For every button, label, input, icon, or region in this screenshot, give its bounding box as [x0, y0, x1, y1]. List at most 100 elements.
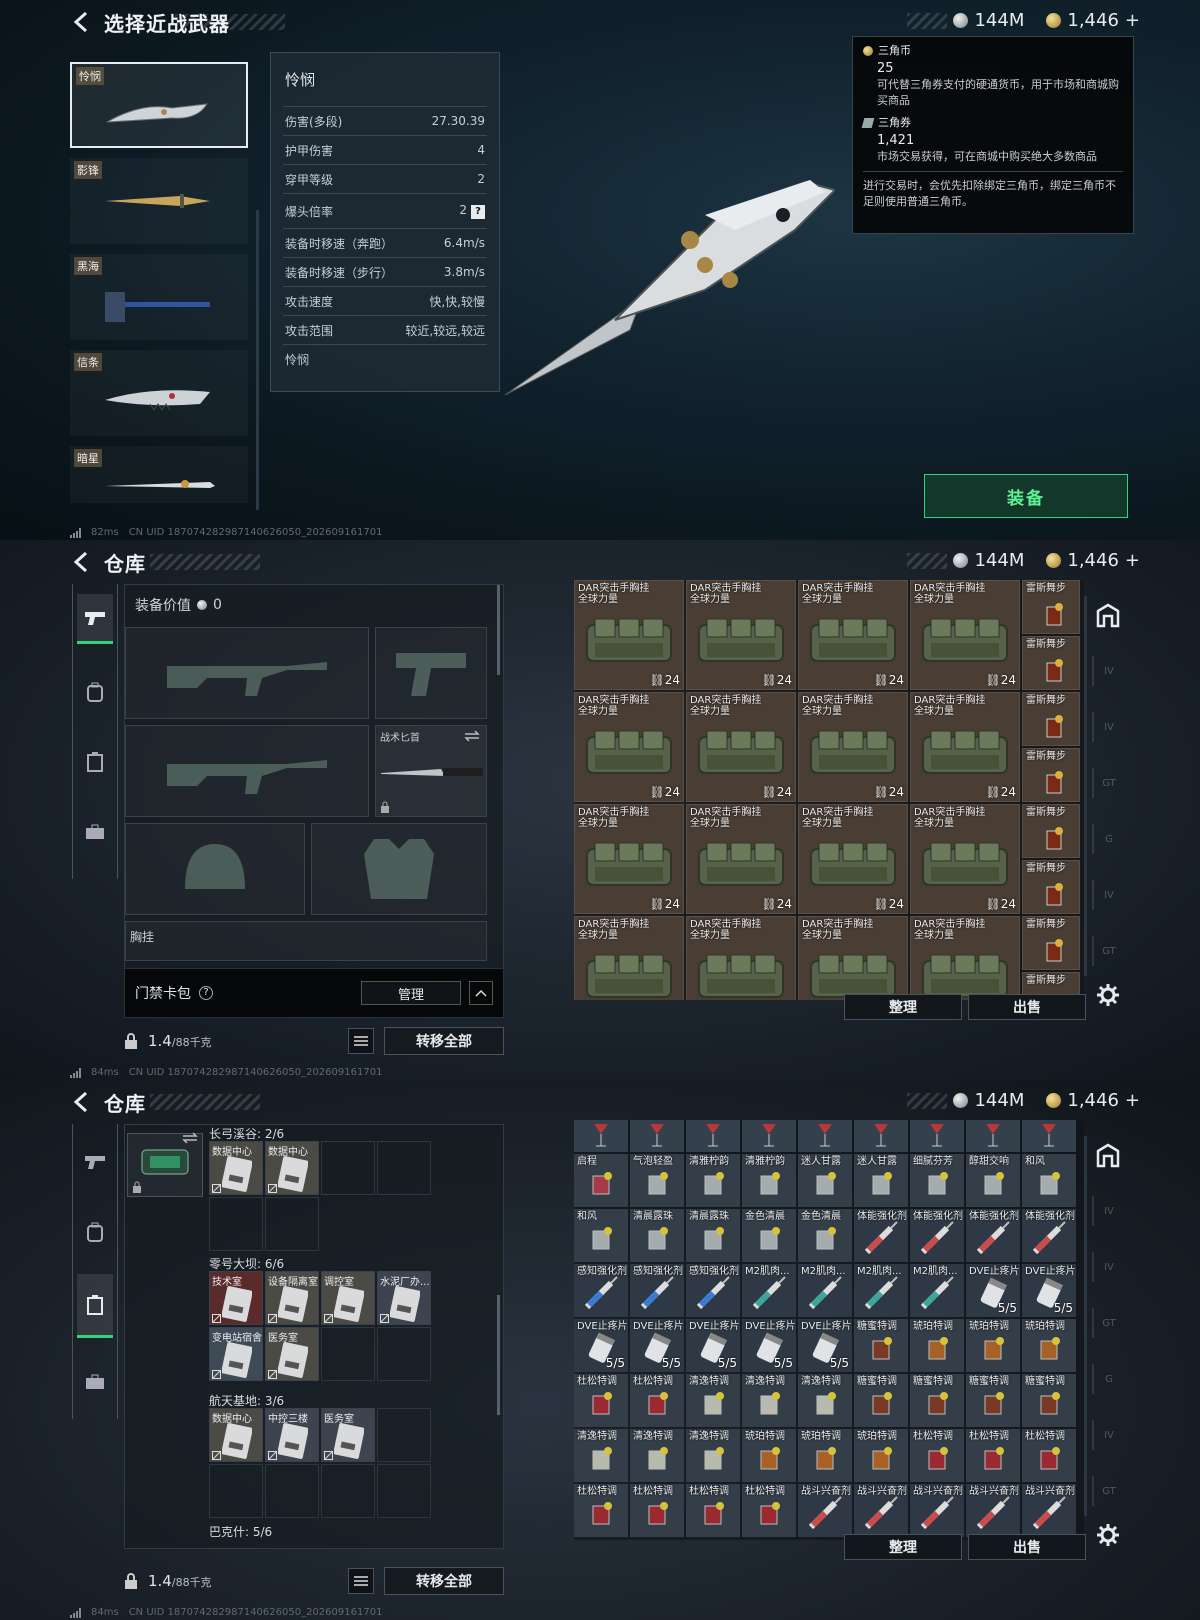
tab-stash-page-1[interactable]: IV — [1092, 656, 1124, 686]
consumable-item[interactable]: 糖蜜特调 — [854, 1319, 908, 1372]
tab-safebox[interactable] — [77, 1364, 113, 1400]
help-icon[interactable]: ? — [471, 205, 485, 219]
stash-scrollbar[interactable] — [1084, 1136, 1087, 1516]
consumable-item[interactable]: 体能强化剂 — [910, 1209, 964, 1262]
keycard-item[interactable]: 水泥厂办... — [377, 1271, 431, 1325]
consumable-item[interactable]: 琥珀特调 — [1022, 1319, 1076, 1372]
cocktail-item[interactable] — [686, 1120, 740, 1152]
weapon-card-shadow[interactable]: 影锋 — [70, 158, 248, 244]
consumable-item[interactable]: 杜松特调 — [630, 1374, 684, 1427]
chest-rig-item[interactable]: DAR突击手胸挂全球力量⛓24 — [686, 916, 796, 1000]
gear-icon[interactable] — [1097, 1524, 1119, 1546]
consumable-item[interactable]: 金色清晨 — [742, 1209, 796, 1262]
consumable-item[interactable]: DVE止疼片 5/5 — [1022, 1264, 1076, 1317]
list-view-button[interactable] — [348, 1568, 374, 1594]
weapon-card-dark-star[interactable]: 暗星 — [70, 446, 248, 503]
tab-stash-page-2[interactable]: IV — [1092, 1252, 1124, 1282]
tab-stash-page-5[interactable]: IV — [1092, 1420, 1124, 1450]
consumable-item[interactable]: 琥珀特调 — [742, 1429, 796, 1482]
consumable-item[interactable]: 糖蜜特调 — [966, 1374, 1020, 1427]
chest-rig-item[interactable]: DAR突击手胸挂全球力量⛓24 — [574, 692, 684, 802]
keycard-item[interactable]: 中控三楼 — [265, 1408, 319, 1462]
weapon-card-creed[interactable]: 信条 — [70, 350, 248, 436]
chest-rig-item[interactable]: DAR突击手胸挂全球力量⛓24 — [798, 916, 908, 1000]
keycard-item[interactable]: 医务室 — [321, 1408, 375, 1462]
sell-button[interactable]: 出售 — [968, 994, 1086, 1020]
chest-rig-item[interactable]: DAR突击手胸挂全球力量⛓24 — [686, 580, 796, 690]
consumable-item[interactable]: 金色清晨 — [798, 1209, 852, 1262]
back-arrow-icon[interactable] — [70, 10, 94, 34]
consumable-item[interactable]: 战斗兴奋剂 — [1022, 1484, 1076, 1537]
consumable-item[interactable]: 启程 — [574, 1154, 628, 1207]
consumable-item[interactable]: DVE止疼片 5/5 — [686, 1319, 740, 1372]
consumable-item[interactable]: 杜松特调 — [742, 1484, 796, 1537]
tab-stash-page-4[interactable]: G — [1092, 824, 1124, 854]
add-currency-button[interactable]: + — [1125, 550, 1140, 571]
consumable-item[interactable]: 迷人甘露 — [798, 1154, 852, 1207]
consumable-item[interactable]: 气泡轻盈 — [630, 1154, 684, 1207]
pistol-slot[interactable] — [375, 627, 487, 719]
consumable-item[interactable]: 醇甜交响 — [966, 1154, 1020, 1207]
consumable-item[interactable]: 战斗兴奋剂 — [910, 1484, 964, 1537]
keycard-item[interactable]: 医务室 — [265, 1327, 319, 1381]
melee-slot[interactable]: 战术匕首 — [375, 725, 487, 817]
cocktail-item[interactable] — [742, 1120, 796, 1152]
cocktail-item[interactable] — [1022, 1120, 1076, 1152]
chest-rig-item[interactable]: DAR突击手胸挂全球力量⛓24 — [574, 916, 684, 1000]
weapon-card-black-sea[interactable]: 黑海 — [70, 254, 248, 340]
consumable-item[interactable]: 琥珀特调 — [798, 1429, 852, 1482]
consumable-item[interactable]: 清逸特调 — [630, 1429, 684, 1482]
back-arrow-icon[interactable] — [70, 550, 94, 574]
consumable-item[interactable]: 琥珀特调 — [966, 1319, 1020, 1372]
consumable-item[interactable]: DVE止疼片 5/5 — [742, 1319, 796, 1372]
manage-button[interactable]: 管理 — [361, 981, 461, 1005]
consumable-item[interactable]: 感知强化剂 — [686, 1264, 740, 1317]
consumable-item[interactable]: 清逸特调 — [574, 1429, 628, 1482]
consumable-item[interactable]: 清逸特调 — [798, 1374, 852, 1427]
keycard-item[interactable]: 变电站宿舍 — [209, 1327, 263, 1381]
consumable-item[interactable]: DVE止疼片 5/5 — [798, 1319, 852, 1372]
consumable-item[interactable]: 战斗兴奋剂 — [966, 1484, 1020, 1537]
cocktail-item[interactable] — [574, 1120, 628, 1152]
consumable-item[interactable]: M2肌肉... — [742, 1264, 796, 1317]
consumable-item[interactable]: 清雅柠韵 — [742, 1154, 796, 1207]
lock-icon[interactable] — [124, 1033, 138, 1049]
consumable-item[interactable]: DVE止疼片 5/5 — [630, 1319, 684, 1372]
help-icon[interactable]: ? — [199, 986, 213, 1000]
consumable-item[interactable]: 杜松特调 — [966, 1429, 1020, 1482]
weapon-list-scrollbar[interactable] — [256, 210, 259, 510]
ticket-amount[interactable]: 1,446 — [1067, 550, 1119, 571]
consumable-item[interactable]: 清逸特调 — [742, 1374, 796, 1427]
secondary-weapon-slot[interactable] — [125, 725, 369, 817]
keycard-item[interactable]: 数据中心 — [265, 1141, 319, 1195]
back-arrow-icon[interactable] — [70, 1090, 94, 1114]
sort-button[interactable]: 整理 — [844, 1534, 962, 1560]
tab-keycards[interactable] — [77, 744, 113, 780]
consumable-item[interactable]: 细腻芬芳 — [910, 1154, 964, 1207]
cocktail-item[interactable] — [798, 1120, 852, 1152]
chest-rig-item[interactable]: DAR突击手胸挂全球力量⛓24 — [574, 804, 684, 914]
consumable-item[interactable]: 杜松特调 — [1022, 1429, 1076, 1482]
tab-backpack[interactable] — [77, 1214, 113, 1250]
drink-item[interactable]: 雷斯舞步 — [1022, 860, 1080, 914]
consumable-item[interactable]: 糖蜜特调 — [910, 1374, 964, 1427]
tab-keycards[interactable] — [77, 1274, 113, 1338]
chest-rig-slot[interactable]: 胸挂 — [125, 921, 487, 961]
drink-item[interactable]: 雷斯舞步 — [1022, 804, 1080, 858]
tab-stash-home[interactable] — [1092, 1140, 1124, 1170]
consumable-item[interactable]: 杜松特调 — [686, 1484, 740, 1537]
chest-rig-item[interactable]: DAR突击手胸挂全球力量⛓24 — [798, 804, 908, 914]
equip-button[interactable]: 装备 — [924, 474, 1128, 518]
consumable-item[interactable]: 杜松特调 — [630, 1484, 684, 1537]
drink-item[interactable]: 雷斯舞步 — [1022, 692, 1080, 746]
sell-button[interactable]: 出售 — [968, 1534, 1086, 1560]
move-all-button[interactable]: 转移全部 — [384, 1027, 504, 1055]
add-currency-button[interactable]: + — [1125, 1090, 1140, 1111]
drink-item[interactable]: 雷斯舞步 — [1022, 916, 1080, 970]
drink-item[interactable]: 雷斯舞步 — [1022, 580, 1080, 634]
tab-stash-page-3[interactable]: GT — [1092, 1308, 1124, 1338]
tab-weapons[interactable] — [77, 1144, 113, 1180]
consumable-item[interactable]: DVE止疼片 5/5 — [966, 1264, 1020, 1317]
consumable-item[interactable]: 杜松特调 — [910, 1429, 964, 1482]
consumable-item[interactable]: 琥珀特调 — [910, 1319, 964, 1372]
